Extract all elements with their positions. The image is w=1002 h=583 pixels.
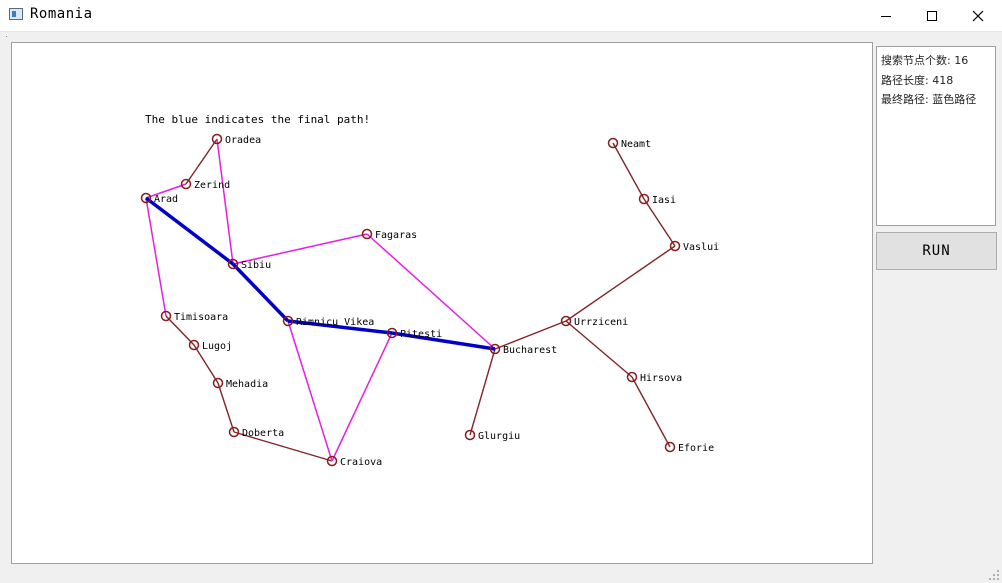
edge-sibiu-rimnicu <box>231 262 290 323</box>
nodes-layer: Oradea Zerind Arad Sibiu Fagaras Timisoara Lug… <box>140 133 719 468</box>
city-doberta: Doberta <box>228 426 284 439</box>
city-label: Vaslui <box>683 242 719 253</box>
city-label: Arad <box>154 194 178 205</box>
city-oradea: Oradea <box>211 133 261 146</box>
city-craiova: Craiova <box>326 455 382 468</box>
city-rimnicu: Rimnicu Vikea <box>282 315 374 328</box>
city-lugoj: Lugoj <box>188 339 232 352</box>
edge-urrziceni-vaslui <box>565 245 676 322</box>
city-label: Fagaras <box>375 230 417 241</box>
city-label: Hirsova <box>640 373 682 384</box>
city-label: Neamt <box>621 139 651 150</box>
city-mehadia: Mehadia <box>212 377 268 390</box>
city-label: Craiova <box>340 457 382 468</box>
city-label: Pitesti <box>400 329 442 340</box>
city-label: Lugoj <box>202 341 232 352</box>
edge-iasi-neamt <box>612 142 645 200</box>
edge-oradea-sibiu <box>216 138 234 265</box>
city-label: Glurgiu <box>478 431 520 442</box>
city-vaslui: Vaslui <box>669 240 719 253</box>
app-icon <box>9 8 23 20</box>
edge-vaslui-iasi <box>643 198 676 247</box>
info-panel: 搜索节点个数: 16 路径长度: 418 最终路径: 蓝色路径 <box>876 46 996 226</box>
city-label: Iasi <box>652 195 676 206</box>
city-glurgiu: Glurgiu <box>464 429 520 442</box>
minimize-button[interactable] <box>863 0 909 31</box>
edge-bucharest-glurgiu <box>469 348 496 436</box>
edge-pitesti-craiova <box>331 332 393 462</box>
edge-urrziceni-hirsova <box>565 320 633 378</box>
city-label: Sibiu <box>241 260 271 271</box>
edge-arad-timisoara <box>145 197 167 317</box>
close-button[interactable] <box>955 0 1001 31</box>
city-label: Bucharest <box>503 345 557 356</box>
edge-oradea-zerind <box>185 138 218 185</box>
final-path-label: 最终路径: 蓝色路径 <box>881 93 977 106</box>
title-bar: Romania <box>0 0 1002 32</box>
city-label: Eforie <box>678 443 714 454</box>
city-zerind: Zerind <box>180 178 230 191</box>
city-eforie: Eforie <box>664 441 714 454</box>
city-neamt: Neamt <box>607 137 651 150</box>
run-button[interactable]: RUN <box>876 232 997 270</box>
city-fagaras: Fagaras <box>361 228 417 241</box>
close-icon <box>972 10 984 21</box>
city-label: Urrziceni <box>574 317 628 328</box>
nodes-searched-label: 搜索节点个数: 16 <box>881 54 969 67</box>
city-hirsova: Hirsova <box>626 371 682 384</box>
maximize-button[interactable] <box>909 0 955 31</box>
resize-grip-icon[interactable] <box>989 570 1000 581</box>
city-label: Doberta <box>242 428 284 439</box>
edge-rimnicu-craiova <box>287 320 333 462</box>
path-length-label: 路径长度: 418 <box>881 73 954 87</box>
maximize-icon <box>927 10 937 21</box>
map-canvas: The blue indicates the final path! Orade… <box>11 42 873 564</box>
map-caption: The blue indicates the final path! <box>145 113 370 126</box>
city-label: Zerind <box>194 180 230 191</box>
edge-arad-sibiu <box>144 196 235 266</box>
edge-mehadia-doberta <box>217 382 235 433</box>
romania-map: The blue indicates the final path! Orade… <box>140 113 719 468</box>
dot-marker <box>6 36 7 37</box>
city-label: Mehadia <box>226 379 268 390</box>
edge-hirsova-eforie <box>631 376 671 448</box>
minimize-icon <box>881 15 891 17</box>
city-label: Oradea <box>225 135 261 146</box>
city-pitesti: Pitesti <box>386 327 442 340</box>
city-label: Timisoara <box>174 312 228 323</box>
city-label: Rimnicu Vikea <box>296 317 374 328</box>
window-title: Romania <box>30 6 93 22</box>
